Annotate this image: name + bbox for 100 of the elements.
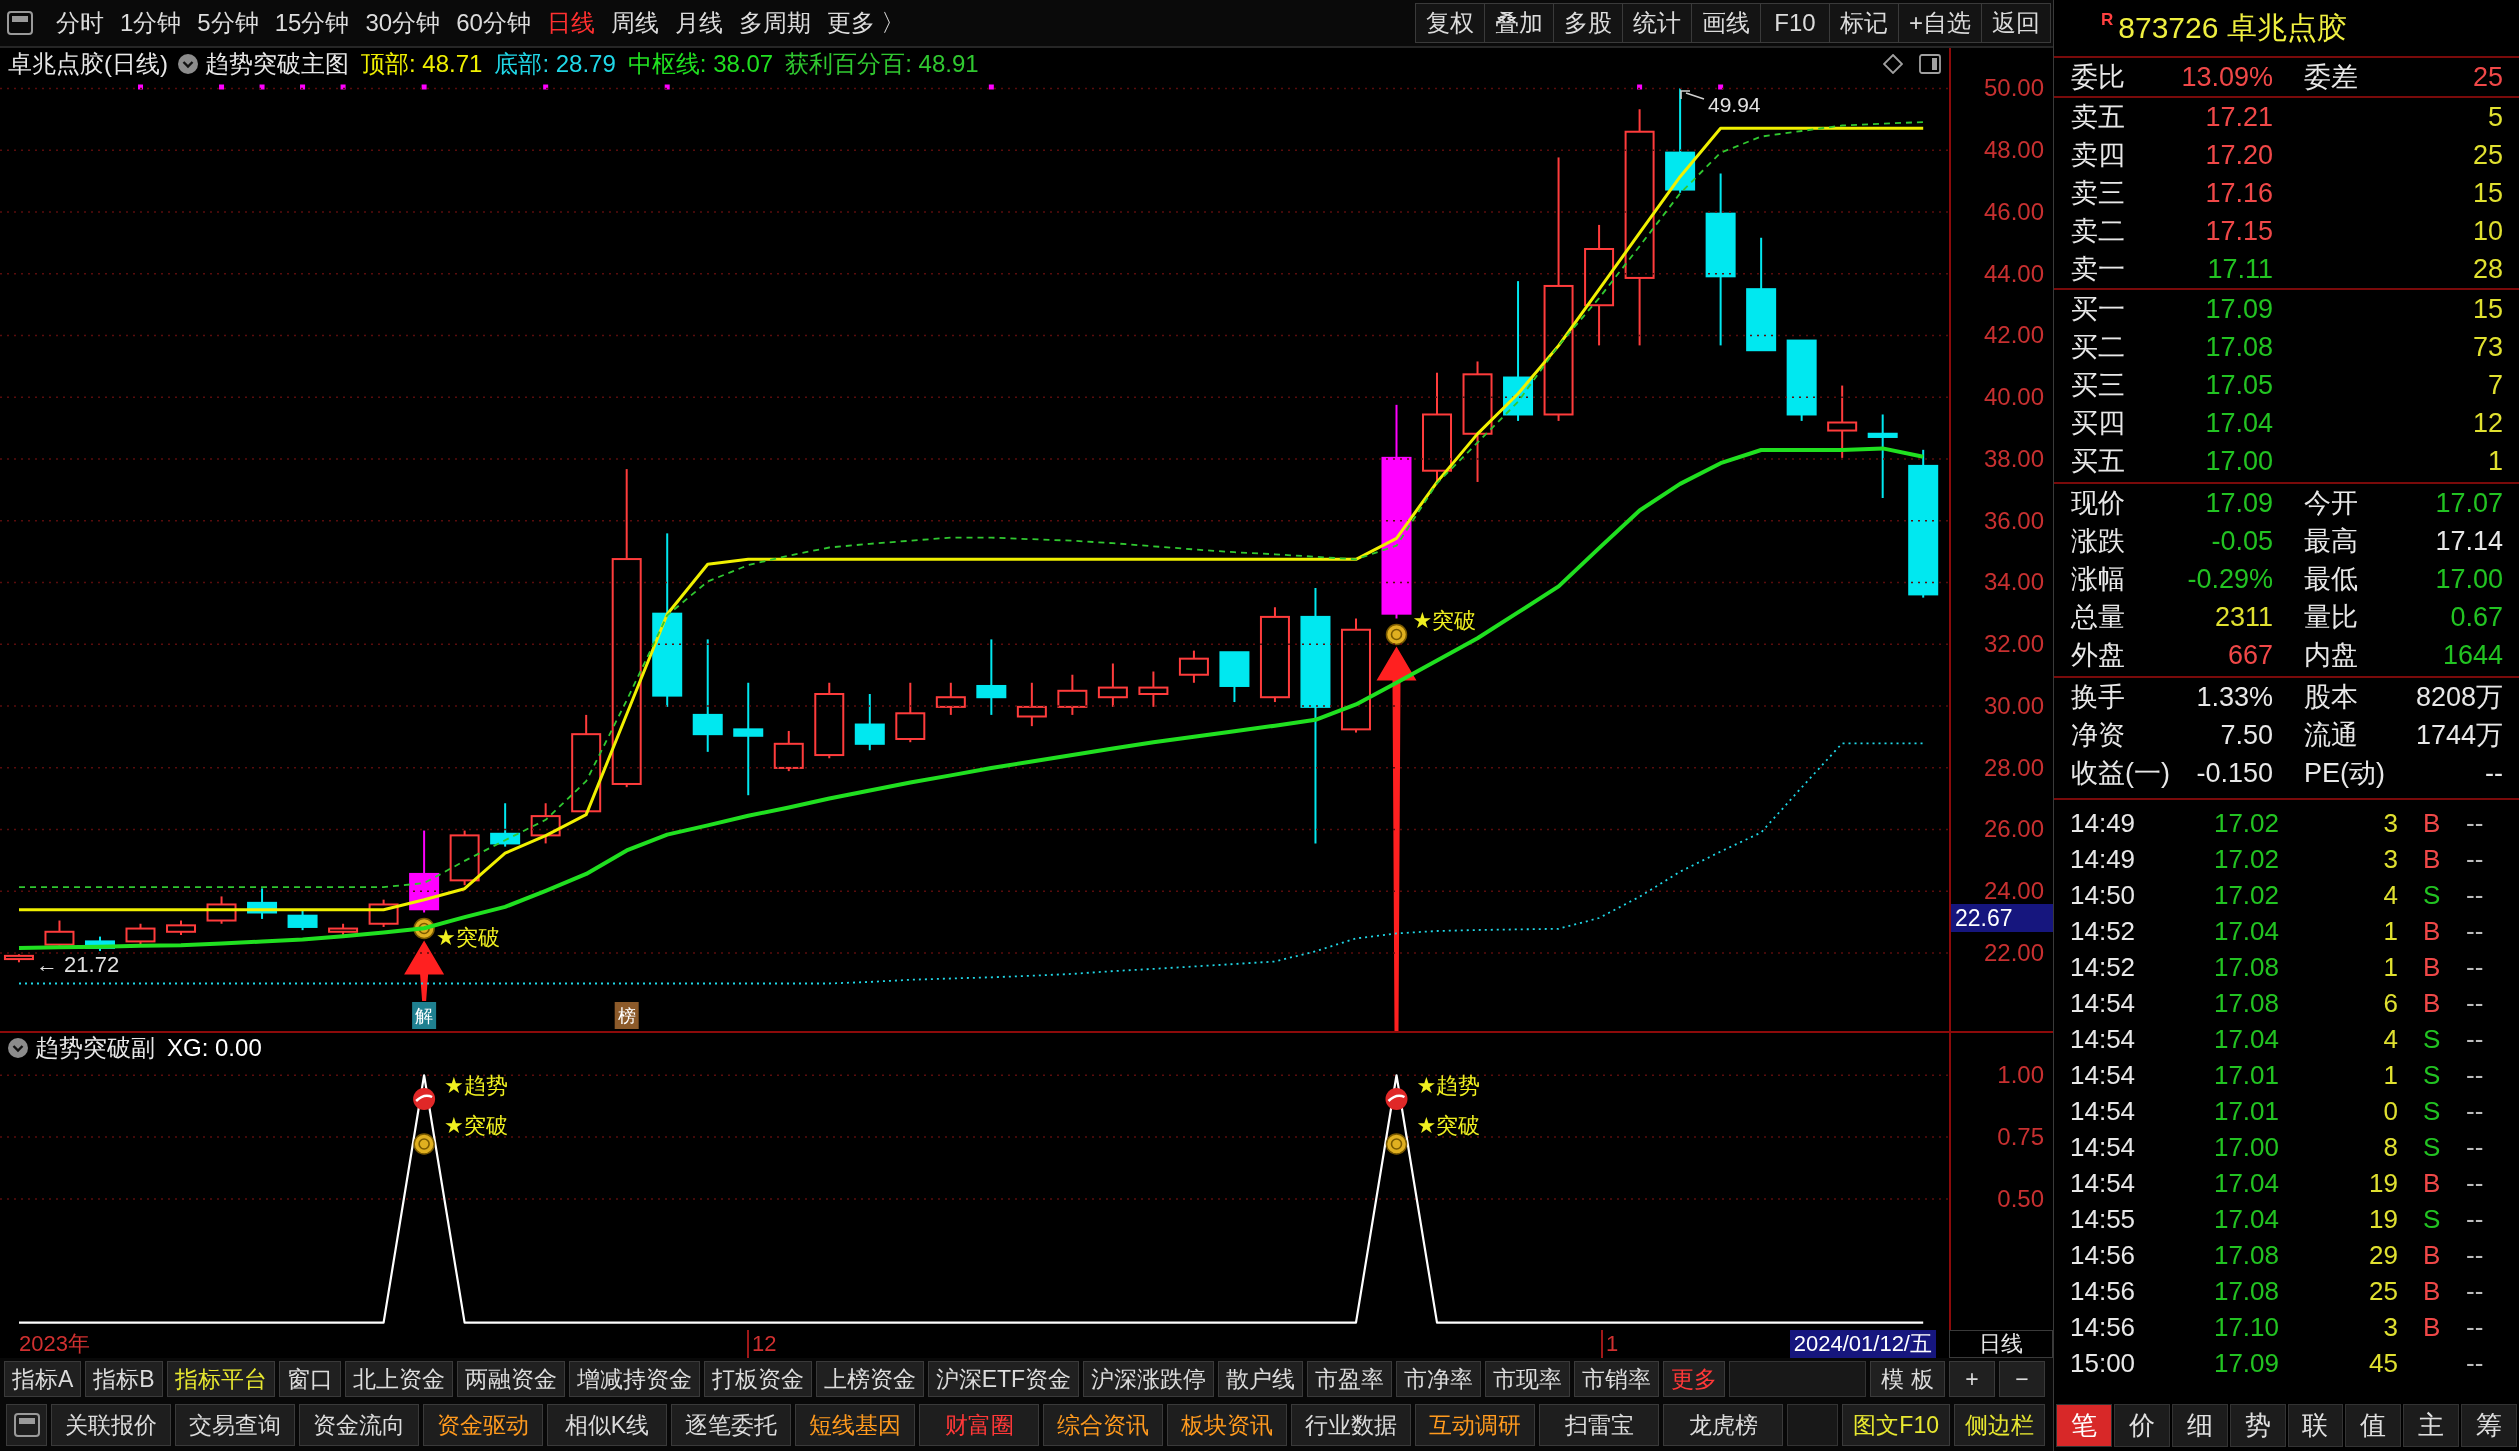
tick-price: 17.04 bbox=[2213, 915, 2279, 947]
indicator-tab[interactable]: 指标B bbox=[85, 1361, 163, 1397]
indicator-tab[interactable]: 上榜资金 bbox=[815, 1361, 924, 1397]
function-tab[interactable]: 图文F10 bbox=[1842, 1404, 1950, 1446]
toolbar-button[interactable]: 多股 bbox=[1553, 3, 1623, 43]
indicator-tab[interactable]: 指标平台 bbox=[166, 1361, 275, 1397]
panel-toggle-button[interactable] bbox=[6, 1404, 47, 1446]
period-tab[interactable]: 周线 bbox=[602, 8, 667, 38]
function-tab[interactable]: 综合资讯 bbox=[1043, 1404, 1163, 1446]
tick-side: S bbox=[2423, 1023, 2441, 1055]
indicator-tab[interactable]: 市销率 bbox=[1574, 1361, 1660, 1397]
indicator-tab[interactable]: 更多 bbox=[1663, 1361, 1726, 1397]
indicator-tab[interactable]: 北上资金 bbox=[344, 1361, 453, 1397]
toolbar-button[interactable]: 画线 bbox=[1691, 3, 1761, 43]
quote-label: 卖四 bbox=[2071, 139, 2125, 172]
quote-label: 买四 bbox=[2071, 407, 2125, 440]
function-tab[interactable]: 板块资讯 bbox=[1167, 1404, 1287, 1446]
candlestick bbox=[1178, 649, 1209, 684]
indicator-tab[interactable]: 市盈率 bbox=[1307, 1361, 1393, 1397]
price-label: 49.94 bbox=[1708, 92, 1761, 116]
function-tab[interactable]: 互动调研 bbox=[1415, 1404, 1535, 1446]
toolbar-button[interactable]: F10 bbox=[1760, 3, 1830, 43]
toolbar-button[interactable]: 复权 bbox=[1415, 3, 1485, 43]
period-label: 日线 bbox=[1949, 1330, 2053, 1358]
indicator-tab[interactable]: 散户线 bbox=[1218, 1361, 1304, 1397]
window-icon[interactable] bbox=[13, 1413, 40, 1437]
period-tab[interactable]: 月线 bbox=[666, 8, 731, 38]
function-tab[interactable]: 逐笔委托 bbox=[671, 1404, 791, 1446]
function-tab[interactable]: 行业数据 bbox=[1291, 1404, 1411, 1446]
tick-change: -- bbox=[2466, 1023, 2484, 1055]
legend-label: 中枢线 bbox=[627, 49, 700, 79]
toolbar-button[interactable]: − bbox=[1999, 1361, 2045, 1397]
function-tab[interactable]: 龙虎榜 bbox=[1663, 1404, 1783, 1446]
quote-value: 17.00 bbox=[2435, 563, 2503, 595]
indicator-tab[interactable]: 增减持资金 bbox=[568, 1361, 700, 1397]
indicator-tab[interactable]: 窗口 bbox=[278, 1361, 341, 1397]
period-tab[interactable]: 1分钟 bbox=[112, 8, 190, 38]
function-tab[interactable]: 关联报价 bbox=[51, 1404, 171, 1446]
candlestick bbox=[368, 898, 399, 928]
quote-label: 现价 bbox=[2071, 487, 2125, 520]
tick-price: 17.01 bbox=[2213, 1059, 2279, 1091]
panel-tab[interactable]: 笔 bbox=[2056, 1404, 2112, 1447]
candlestick bbox=[206, 895, 237, 925]
period-tab[interactable]: 多周期 bbox=[730, 8, 819, 38]
period-tab[interactable]: 15分钟 bbox=[266, 8, 358, 38]
diamond-icon[interactable] bbox=[1883, 54, 1903, 74]
function-tab[interactable]: 交易查询 bbox=[175, 1404, 295, 1446]
indicator-tab[interactable]: 市净率 bbox=[1396, 1361, 1482, 1397]
indicator-tab[interactable]: 沪深涨跌停 bbox=[1083, 1361, 1215, 1397]
quote-label: 买二 bbox=[2071, 331, 2125, 364]
quote-label: 收益(一) bbox=[2071, 757, 2170, 790]
function-tab[interactable]: 资金流向 bbox=[299, 1404, 419, 1446]
panel-tab[interactable]: 联 bbox=[2287, 1404, 2344, 1447]
toolbar-button[interactable]: 返回 bbox=[1981, 3, 2051, 43]
function-tab[interactable]: 财富圈 bbox=[919, 1404, 1039, 1446]
period-tab[interactable]: 60分钟 bbox=[448, 8, 539, 38]
panel-tab[interactable]: 值 bbox=[2345, 1404, 2402, 1447]
indicator-tab[interactable]: 打板资金 bbox=[703, 1361, 812, 1397]
tick-time: 14:56 bbox=[2070, 1276, 2136, 1308]
quote-volume: 73 bbox=[2472, 331, 2503, 363]
function-tab[interactable]: 资金驱动 bbox=[423, 1404, 543, 1446]
panel-tab[interactable]: 势 bbox=[2229, 1404, 2286, 1447]
period-tab[interactable]: 30分钟 bbox=[357, 8, 449, 38]
period-tab[interactable]: 更多 〉 bbox=[818, 8, 914, 38]
indicator-tab[interactable]: 沪深ETF资金 bbox=[927, 1361, 1080, 1397]
function-tab[interactable]: 侧边栏 bbox=[1954, 1404, 2045, 1446]
quote-label: 最高 bbox=[2304, 525, 2358, 558]
tick-price: 17.04 bbox=[2213, 1204, 2279, 1236]
toolbar-button[interactable]: 模 板 bbox=[1870, 1361, 1945, 1397]
function-tab[interactable]: 相似K线 bbox=[547, 1404, 667, 1446]
period-tab[interactable]: 日线 bbox=[538, 8, 603, 38]
quote-label: 买一 bbox=[2071, 293, 2125, 326]
panel-tab[interactable]: 价 bbox=[2113, 1404, 2170, 1447]
toolbar-button[interactable]: 统计 bbox=[1622, 3, 1692, 43]
window-icon[interactable] bbox=[7, 11, 33, 35]
indicator-tab[interactable]: 两融资金 bbox=[456, 1361, 565, 1397]
tick-volume: 29 bbox=[2369, 1240, 2398, 1272]
period-tab[interactable]: 5分钟 bbox=[189, 8, 267, 38]
panel-tab[interactable]: 细 bbox=[2171, 1404, 2228, 1447]
panel-tab[interactable]: 主 bbox=[2403, 1404, 2460, 1447]
tick-side: S bbox=[2423, 1204, 2441, 1236]
tick-change: -- bbox=[2466, 1204, 2484, 1236]
function-tab[interactable]: 扫雷宝 bbox=[1539, 1404, 1659, 1446]
toolbar-button[interactable]: +自选 bbox=[1898, 3, 1982, 43]
function-tab[interactable]: 短线基因 bbox=[795, 1404, 915, 1446]
quote-label: 卖三 bbox=[2071, 177, 2125, 210]
toolbar-button[interactable]: + bbox=[1949, 1361, 1995, 1397]
panel-icon[interactable] bbox=[1919, 54, 1941, 74]
panel-tab[interactable]: 筹 bbox=[2461, 1404, 2517, 1447]
toolbar-button[interactable]: 叠加 bbox=[1484, 3, 1554, 43]
toolbar-button[interactable]: 标记 bbox=[1829, 3, 1899, 43]
period-tab[interactable]: 分时 bbox=[48, 8, 112, 38]
indicator-tab[interactable]: 市现率 bbox=[1485, 1361, 1571, 1397]
dropdown-icon[interactable] bbox=[178, 54, 198, 74]
legend-label: XG bbox=[167, 1034, 202, 1062]
indicator-tab[interactable]: 指标A bbox=[4, 1361, 82, 1397]
dropdown-icon[interactable] bbox=[8, 1038, 28, 1058]
tick-change: -- bbox=[2466, 1132, 2484, 1164]
tick-volume: 3 bbox=[2383, 1312, 2398, 1344]
candlestick bbox=[935, 681, 966, 716]
